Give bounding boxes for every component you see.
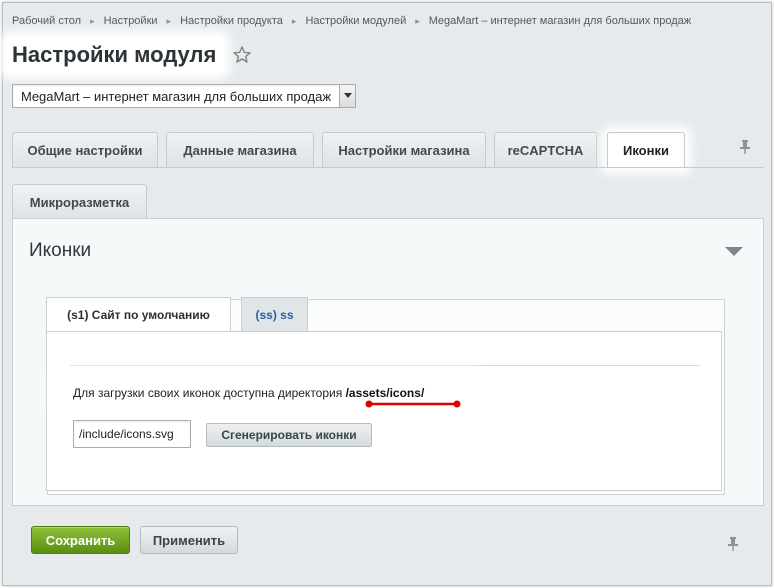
site-tab-label: (ss) ss: [255, 307, 294, 322]
tab-label: Настройки магазина: [338, 142, 470, 158]
tabs-divider: [12, 167, 764, 168]
tab-microdata[interactable]: Микроразметка: [12, 184, 147, 219]
breadcrumb-separator-icon: ▸: [415, 15, 420, 26]
breadcrumb: Рабочий стол ▸ Настройки ▸ Настройки про…: [12, 13, 691, 29]
tab-label: Иконки: [623, 143, 669, 158]
tab-label: Микроразметка: [29, 194, 130, 210]
site-tab-s1[interactable]: (s1) Сайт по умолчанию: [46, 297, 231, 331]
content-divider: [70, 365, 700, 366]
breadcrumb-separator-icon: ▸: [291, 15, 297, 26]
tab-label: reCAPTCHA: [507, 142, 584, 158]
tab-recaptcha[interactable]: reCAPTCHA: [494, 132, 597, 167]
icons-directory-path: /assets/icons/: [345, 386, 425, 400]
generate-icons-button[interactable]: Сгенерировать иконки: [206, 423, 372, 447]
tab-icons[interactable]: Иконки: [607, 132, 685, 168]
apply-button[interactable]: Применить: [140, 526, 238, 554]
star-icon[interactable]: [232, 45, 252, 65]
site-tab-ss[interactable]: (ss) ss: [241, 297, 308, 331]
breadcrumb-separator-icon: ▸: [166, 15, 172, 26]
tab-label: Данные магазина: [183, 142, 297, 158]
pin-icon[interactable]: [726, 536, 740, 552]
tab-general-settings[interactable]: Общие настройки: [12, 132, 158, 167]
tab-store-data[interactable]: Данные магазина: [166, 132, 314, 167]
breadcrumb-item-product-settings[interactable]: Настройки продукта: [180, 15, 283, 27]
icons-directory-hint: Для загрузки своих иконок доступна дирек…: [73, 386, 424, 400]
breadcrumb-item-module-settings[interactable]: Настройки модулей: [305, 15, 406, 27]
page-title-highlight: Настройки модуля: [6, 37, 225, 73]
site-select-value: MegaMart – интернет магазин для больших …: [21, 88, 332, 104]
page-title: Настройки модуля: [12, 42, 217, 67]
breadcrumb-item-desktop[interactable]: Рабочий стол: [12, 15, 81, 27]
breadcrumb-separator-icon: ▸: [90, 15, 95, 26]
icons-file-input[interactable]: [73, 420, 191, 448]
site-tab-label: (s1) Сайт по умолчанию: [67, 307, 210, 322]
pin-icon[interactable]: [738, 139, 752, 155]
hint-text: Для загрузки своих иконок доступна дирек…: [73, 386, 346, 400]
save-button[interactable]: Сохранить: [31, 526, 130, 554]
collapse-arrow-icon[interactable]: [725, 247, 743, 257]
site-tab-content: Для загрузки своих иконок доступна дирек…: [46, 331, 722, 491]
breadcrumb-item-settings[interactable]: Настройки: [104, 15, 158, 27]
dropdown-arrow-icon[interactable]: [339, 85, 355, 107]
tab-store-settings[interactable]: Настройки магазина: [322, 132, 486, 167]
red-underline-annotation: [365, 400, 461, 408]
section-title: Иконки: [29, 240, 92, 261]
breadcrumb-item-module[interactable]: MegaMart – интернет магазин для больших …: [429, 15, 691, 27]
site-select[interactable]: MegaMart – интернет магазин для больших …: [12, 84, 356, 108]
tab-label: Общие настройки: [27, 142, 143, 158]
